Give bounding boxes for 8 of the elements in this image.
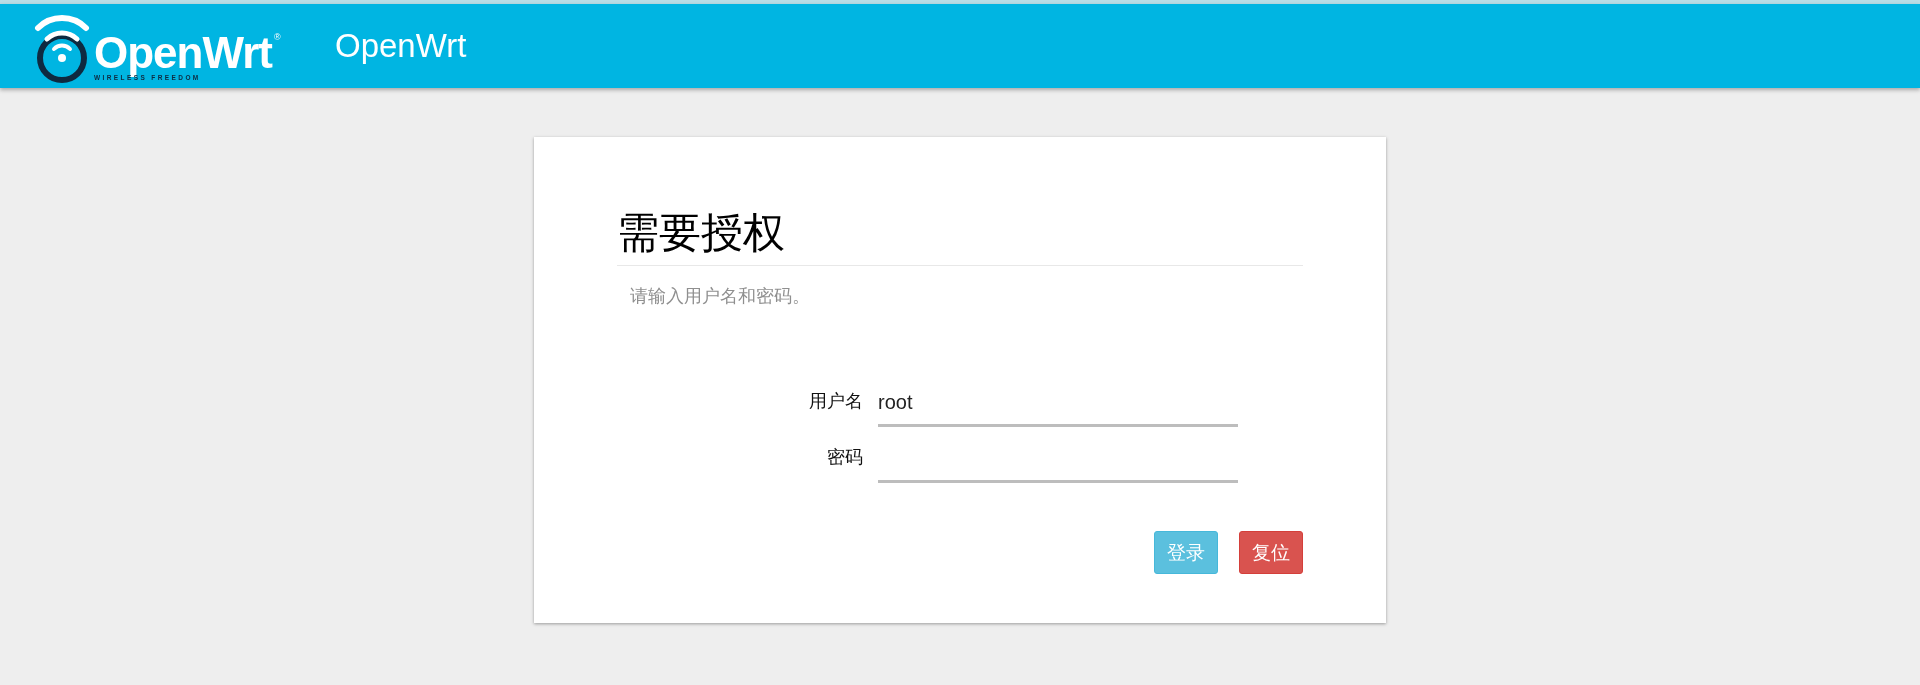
- reset-button[interactable]: 复位: [1239, 531, 1303, 574]
- login-button[interactable]: 登录: [1154, 531, 1218, 574]
- site-title[interactable]: OpenWrt: [335, 27, 467, 65]
- registered-mark: ®: [273, 32, 281, 42]
- field-label: 密码: [826, 446, 864, 469]
- login-description: 请输入用户名和密码。: [630, 285, 811, 308]
- page-heading: 需要授权: [617, 207, 1303, 266]
- field-label: 用户名: [808, 390, 864, 413]
